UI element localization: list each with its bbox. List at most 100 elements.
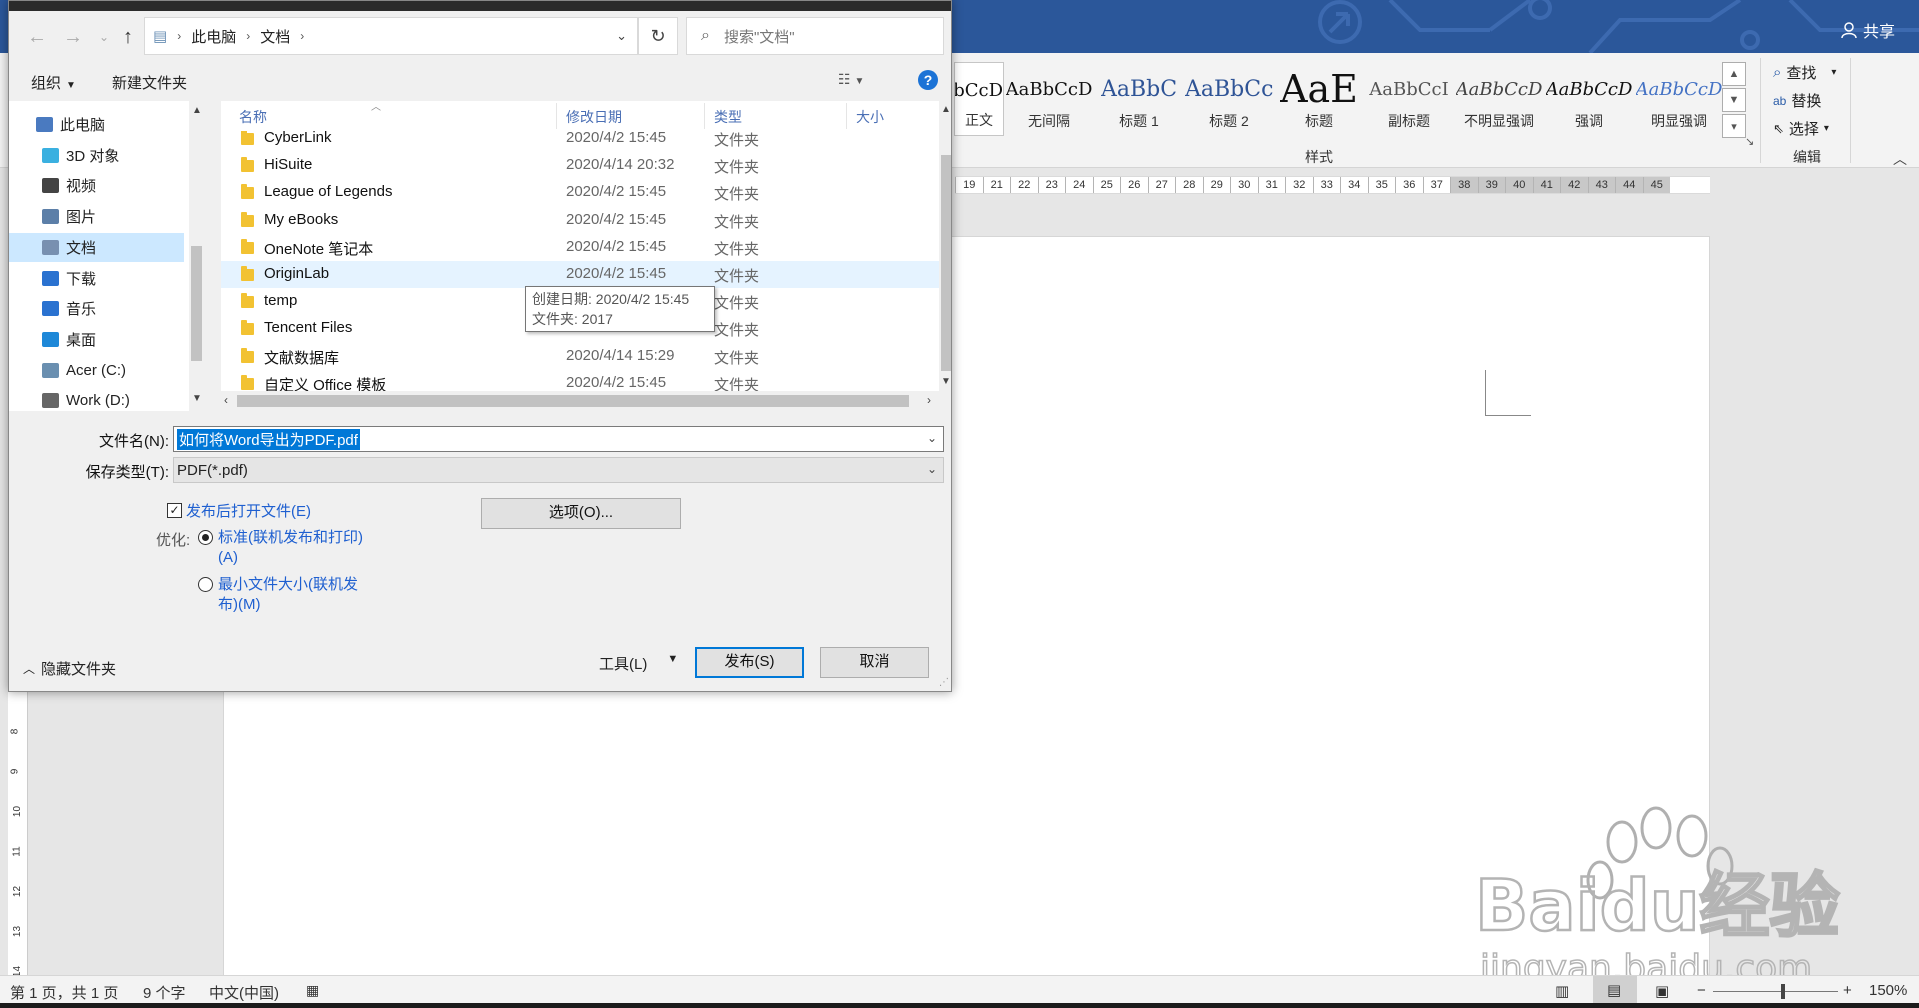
refresh-icon[interactable]: ↻ — [638, 17, 678, 55]
scroll-up-icon[interactable]: ▲ — [941, 104, 951, 115]
help-icon[interactable]: ? — [918, 70, 938, 90]
find-button[interactable]: ⌕ 查找 ▾ — [1773, 62, 1836, 83]
horizontal-ruler[interactable]: 19 21 22 23 24 25 26 27 28 29 30 31 32 33 34 35 36 37 38 39… — [955, 176, 1710, 194]
optimize-minimum-label[interactable]: 最小文件大小(联机发 布)(M) — [218, 575, 358, 615]
checkmark-icon[interactable]: ✓ — [167, 503, 182, 518]
file-list-vscroll[interactable]: ▲ ▼ — [939, 101, 951, 391]
file-row[interactable]: My eBooks 2020/4/2 15:45 文件夹 — [221, 207, 939, 234]
up-arrow-icon[interactable]: ↑ — [113, 23, 143, 51]
column-header-size[interactable]: 大小 — [856, 105, 884, 129]
style-item[interactable]: AaBbCcD 无间隔 — [1004, 62, 1094, 136]
breadcrumb-item-documents[interactable]: 文档 — [260, 26, 290, 47]
language-indicator[interactable]: 中文(中国) — [209, 982, 279, 1003]
file-row[interactable]: OneNote 笔记本 2020/4/2 15:45 文件夹 — [221, 234, 939, 261]
proofing-icon[interactable]: ▦ — [306, 982, 319, 999]
chevron-down-icon[interactable]: ⌄ — [927, 431, 937, 445]
gallery-up-icon[interactable]: ▲ — [1722, 62, 1746, 86]
nav-item[interactable]: 视频 — [9, 171, 184, 200]
nav-item[interactable]: 文档 — [9, 232, 184, 262]
tools-dropdown[interactable]: 工具(L) ▼ — [599, 653, 678, 674]
share-button[interactable]: 共享 — [1841, 18, 1895, 42]
file-row[interactable]: OriginLab 2020/4/2 15:45 文件夹 — [221, 261, 939, 288]
filename-input[interactable]: 如何将Word导出为PDF.pdf ⌄ — [173, 426, 944, 452]
view-options-icon[interactable]: ☷ ▼ — [838, 71, 864, 88]
cancel-button[interactable]: 取消 — [820, 647, 929, 678]
file-list-hscroll[interactable]: ‹ › — [221, 391, 939, 411]
page-count[interactable]: 第 1 页，共 1 页 — [10, 982, 118, 1003]
scroll-down-icon[interactable]: ▼ — [941, 376, 951, 387]
nav-item[interactable]: Work (D:) — [9, 386, 184, 415]
resize-grip-icon[interactable]: ⋰ — [939, 677, 949, 688]
column-header-type[interactable]: 类型 — [714, 105, 742, 129]
scroll-down-icon[interactable]: ▼ — [192, 393, 202, 404]
nav-item[interactable]: 音乐 — [9, 294, 184, 323]
nav-item[interactable]: 下载 — [9, 264, 184, 293]
new-folder-button[interactable]: 新建文件夹 — [112, 72, 187, 93]
collapse-ribbon-icon[interactable]: ︿ — [1893, 149, 1907, 169]
zoom-level[interactable]: 150% — [1869, 982, 1907, 999]
breadcrumb[interactable]: ▤ › 此电脑 › 文档 › ⌄ — [144, 17, 638, 55]
column-header-date[interactable]: 修改日期 — [566, 105, 622, 129]
back-arrow-icon[interactable]: ← — [22, 23, 52, 51]
search-input[interactable]: ⌕ 搜索"文档" — [686, 17, 944, 55]
styles-gallery-scroll[interactable]: ▲ ▼ ▾ — [1722, 62, 1746, 138]
open-after-publish-checkbox[interactable]: ✓ 发布后打开文件(E) — [167, 500, 311, 521]
hide-folders-toggle[interactable]: ︿ 隐藏文件夹 — [23, 658, 116, 679]
scroll-up-icon[interactable]: ▲ — [192, 105, 202, 116]
optimize-standard-radio[interactable] — [198, 530, 213, 549]
style-item[interactable]: AaE 标题 — [1274, 62, 1364, 136]
nav-item[interactable]: 此电脑 — [9, 110, 184, 139]
replace-button[interactable]: ab 替换 — [1773, 90, 1836, 111]
style-name: 副标题 — [1388, 113, 1430, 129]
chevron-down-icon[interactable]: ⌄ — [927, 462, 937, 476]
style-item[interactable]: AaBbCcD 正文 — [954, 62, 1004, 136]
publish-button[interactable]: 发布(S) — [695, 647, 804, 678]
web-layout-icon[interactable]: ▣ — [1655, 982, 1669, 1000]
organize-button[interactable]: 组织 ▼ — [31, 72, 76, 93]
style-item[interactable]: AaBbCcD 强调 — [1544, 62, 1634, 136]
radio-selected-icon[interactable] — [198, 530, 213, 545]
nav-item[interactable]: 3D 对象 — [9, 141, 184, 170]
style-item[interactable]: AaBbCc 标题 2 — [1184, 62, 1274, 136]
select-button[interactable]: ⇖ 选择 ▾ — [1773, 118, 1836, 139]
optimize-standard-label[interactable]: 标准(联机发布和打印) (A) — [218, 528, 363, 568]
forward-arrow-icon[interactable]: → — [58, 23, 88, 51]
path-dropdown-icon[interactable]: ⌄ — [616, 28, 627, 44]
gallery-down-icon[interactable]: ▼ — [1722, 88, 1746, 112]
styles-dialog-launcher-icon[interactable]: ↘ — [1745, 135, 1754, 148]
nav-scrollbar[interactable]: ▲ ▼ — [189, 101, 204, 411]
file-row[interactable]: CyberLink 2020/4/2 15:45 文件夹 — [221, 131, 939, 152]
scroll-left-icon[interactable]: ‹ — [224, 393, 228, 407]
nav-item[interactable]: 桌面 — [9, 325, 184, 354]
column-header-name[interactable]: 名称 — [239, 105, 267, 129]
word-count[interactable]: 9 个字 — [143, 982, 186, 1003]
file-row[interactable]: League of Legends 2020/4/2 15:45 文件夹 — [221, 179, 939, 206]
optimize-minimum-radio[interactable] — [198, 577, 213, 596]
zoom-slider-thumb[interactable] — [1781, 984, 1785, 999]
zoom-out-icon[interactable]: − — [1697, 982, 1706, 999]
file-scroll-thumb[interactable] — [941, 155, 951, 371]
file-row[interactable]: 文献数据库 2020/4/14 15:29 文件夹 — [221, 343, 939, 370]
style-item[interactable]: AaBbCcD 明显强调 — [1634, 62, 1724, 136]
style-item[interactable]: AaBbC 标题 1 — [1094, 62, 1184, 136]
hscroll-thumb[interactable] — [237, 395, 909, 407]
scroll-right-icon[interactable]: › — [927, 393, 931, 407]
read-mode-icon[interactable]: ▥ — [1555, 982, 1569, 1000]
zoom-slider[interactable] — [1713, 991, 1838, 992]
file-row[interactable]: HiSuite 2020/4/14 20:32 文件夹 — [221, 152, 939, 179]
zoom-in-icon[interactable]: + — [1843, 982, 1852, 999]
breadcrumb-item-pc[interactable]: 此电脑 — [191, 26, 236, 47]
gallery-more-icon[interactable]: ▾ — [1722, 114, 1746, 138]
radio-empty-icon[interactable] — [198, 577, 213, 592]
nav-item[interactable]: Acer (C:) — [9, 356, 184, 385]
style-item[interactable]: AaBbCcI 副标题 — [1364, 62, 1454, 136]
vertical-ruler[interactable]: 8 9 10 11 12 13 14 — [8, 690, 28, 977]
ruler-tick-label: 28 — [1175, 177, 1203, 193]
filetype-select[interactable]: PDF(*.pdf) ⌄ — [173, 457, 944, 483]
nav-scroll-thumb[interactable] — [191, 246, 202, 361]
nav-item[interactable]: 图片 — [9, 202, 184, 231]
options-button[interactable]: 选项(O)... — [481, 498, 681, 529]
style-sample: AaBbCc — [1185, 76, 1273, 102]
nav-item-label: 此电脑 — [60, 117, 106, 134]
style-item[interactable]: AaBbCcD 不明显强调 — [1454, 62, 1544, 136]
